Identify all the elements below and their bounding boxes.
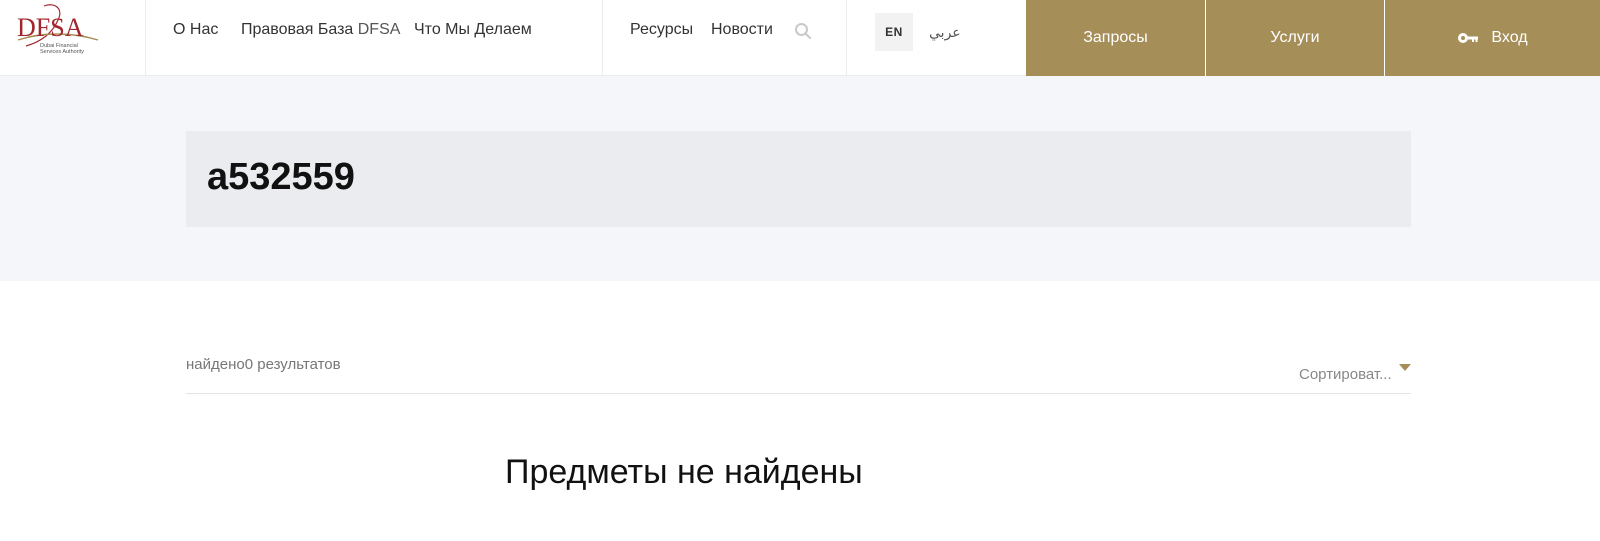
search-query-box[interactable]: a532559 (186, 131, 1411, 227)
secondary-navigation: Ресурсы Новости (603, 0, 847, 76)
language-switcher: EN عربي (847, 0, 1026, 76)
site-header: DFSA Dubai Financial Services Authority … (0, 0, 1600, 76)
caret-down-icon (1399, 364, 1411, 371)
logo-link[interactable]: DFSA Dubai Financial Services Authority (0, 0, 146, 76)
main-navigation: О Нас Правовая База DFSA Что Мы Делаем (146, 0, 603, 76)
empty-state-message: Предметы не найдены (505, 453, 863, 491)
nav-resources[interactable]: Ресурсы (630, 21, 693, 39)
logo-text: DFSA (17, 13, 84, 42)
sort-dropdown[interactable]: Сортироват... (1291, 362, 1411, 386)
nav-what-we-do[interactable]: Что Мы Делаем (414, 21, 532, 39)
services-button[interactable]: Услуги (1206, 0, 1384, 76)
login-label: Вход (1491, 29, 1528, 46)
login-button[interactable]: Вход (1385, 0, 1600, 76)
nav-legal-base-brand: DFSA (357, 21, 401, 38)
requests-label: Запросы (1083, 29, 1148, 46)
nav-news[interactable]: Новости (711, 21, 773, 39)
key-icon (1458, 33, 1479, 43)
dfsa-logo: DFSA Dubai Financial Services Authority (17, 4, 99, 55)
results-count: найдено0 результатов (186, 356, 341, 373)
logo-tagline-2: Services Authority (40, 49, 84, 55)
search-query-text: a532559 (207, 156, 355, 198)
results-toolbar: найдено0 результатов Сортироват... (186, 352, 1411, 394)
search-icon[interactable] (794, 22, 812, 40)
sort-label: Сортироват... (1299, 366, 1392, 383)
nav-about[interactable]: О Нас (173, 21, 218, 39)
nav-legal-base-label: Правовая База (241, 21, 358, 38)
services-label: Услуги (1270, 29, 1320, 46)
requests-button[interactable]: Запросы (1026, 0, 1205, 76)
nav-legal-base[interactable]: Правовая База DFSA (241, 21, 400, 39)
lang-en-button[interactable]: EN (875, 13, 913, 51)
search-banner: a532559 (0, 76, 1600, 281)
lang-ar-link[interactable]: عربي (929, 24, 961, 41)
